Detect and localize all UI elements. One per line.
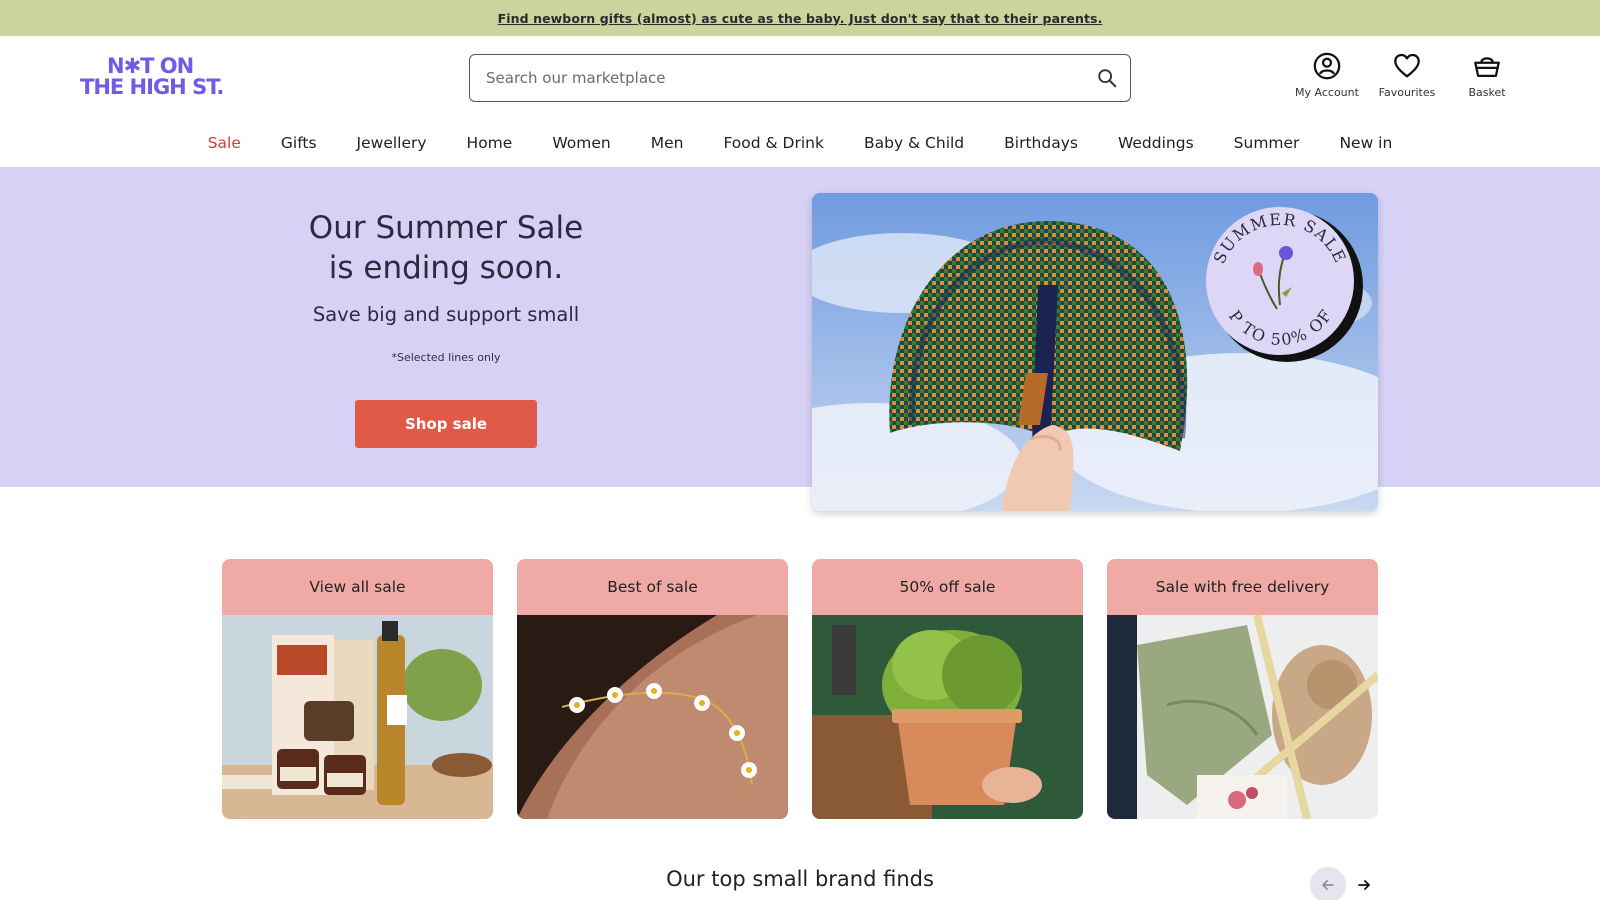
account-icon	[1313, 52, 1341, 80]
my-account-label: My Account	[1295, 86, 1359, 99]
tile-label: Best of sale	[517, 559, 788, 615]
hero-title-line-1: Our Summer Sale	[308, 210, 584, 246]
carousel-next-button[interactable]	[1346, 867, 1382, 900]
nav-item-home[interactable]: Home	[467, 134, 513, 152]
nav-item-birthdays[interactable]: Birthdays	[1004, 134, 1078, 152]
tile-label: View all sale	[222, 559, 493, 615]
hero-image[interactable]: SUMMER SALE UP TO 50% OFF	[812, 193, 1378, 511]
baby-gift-box-photo	[1107, 615, 1378, 819]
nav-item-sale[interactable]: Sale	[208, 134, 241, 152]
potted-plant-photo	[812, 615, 1083, 819]
tile-50-off-sale[interactable]: 50% off sale	[812, 559, 1083, 819]
tile-view-all-sale[interactable]: View all sale	[222, 559, 493, 819]
favourites-label: Favourites	[1378, 86, 1436, 99]
nav-item-baby-child[interactable]: Baby & Child	[864, 134, 964, 152]
search-box	[469, 54, 1131, 102]
nav-item-jewellery[interactable]: Jewellery	[357, 134, 427, 152]
basket-button[interactable]: Basket	[1454, 51, 1520, 99]
hero-note: *Selected lines only	[391, 351, 501, 364]
tile-sale-free-delivery[interactable]: Sale with free delivery	[1107, 559, 1378, 819]
carousel-prev-button[interactable]	[1310, 867, 1346, 900]
nav-item-weddings[interactable]: Weddings	[1118, 134, 1194, 152]
nav-item-women[interactable]: Women	[552, 134, 610, 152]
search-input[interactable]	[486, 55, 1066, 101]
small-brand-finds-title: Our top small brand finds	[666, 867, 934, 891]
logo-line-2: THE HIGH ST.	[80, 75, 224, 99]
basket-icon	[1474, 57, 1500, 77]
hero-subtitle: Save big and support small	[312, 303, 580, 326]
nav-item-food-drink[interactable]: Food & Drink	[723, 134, 824, 152]
tile-label: Sale with free delivery	[1107, 559, 1378, 615]
sale-tiles: View all sale Best of sale 50% off sale …	[222, 559, 1379, 819]
logo-line-1: N✱T ON	[107, 54, 194, 78]
search-button[interactable]	[1096, 67, 1118, 89]
nav-item-men[interactable]: Men	[651, 134, 684, 152]
woven-fan-photo: SUMMER SALE UP TO 50% OFF	[812, 193, 1378, 511]
nav-item-summer[interactable]: Summer	[1234, 134, 1300, 152]
header-actions: My Account Favourites Basket	[1294, 51, 1520, 99]
shop-sale-button[interactable]: Shop sale	[355, 400, 537, 448]
promo-link[interactable]: Find newborn gifts (almost) as cute as t…	[498, 11, 1103, 26]
site-header: N✱T ON THE HIGH ST. My Account Favourite…	[0, 36, 1600, 118]
arrow-right-icon	[1358, 880, 1370, 890]
tile-best-of-sale[interactable]: Best of sale	[517, 559, 788, 819]
arrow-left-icon	[1322, 880, 1334, 890]
hero-title-line-2: is ending soon.	[328, 250, 564, 286]
promo-bar: Find newborn gifts (almost) as cute as t…	[0, 0, 1600, 36]
main-nav: Sale Gifts Jewellery Home Women Men Food…	[0, 118, 1600, 168]
favourites-button[interactable]: Favourites	[1374, 51, 1440, 99]
nav-item-new-in[interactable]: New in	[1339, 134, 1392, 152]
bbq-kit-photo	[222, 615, 493, 819]
site-logo[interactable]: N✱T ON THE HIGH ST.	[80, 56, 240, 100]
tile-label: 50% off sale	[812, 559, 1083, 615]
heart-icon	[1394, 53, 1420, 78]
hero-title: Our Summer Sale is ending soon.	[246, 208, 646, 288]
my-account-button[interactable]: My Account	[1294, 51, 1360, 99]
nav-item-gifts[interactable]: Gifts	[281, 134, 317, 152]
search-icon	[1098, 69, 1117, 88]
daisy-bracelet-photo	[517, 615, 788, 819]
basket-label: Basket	[1468, 86, 1506, 99]
